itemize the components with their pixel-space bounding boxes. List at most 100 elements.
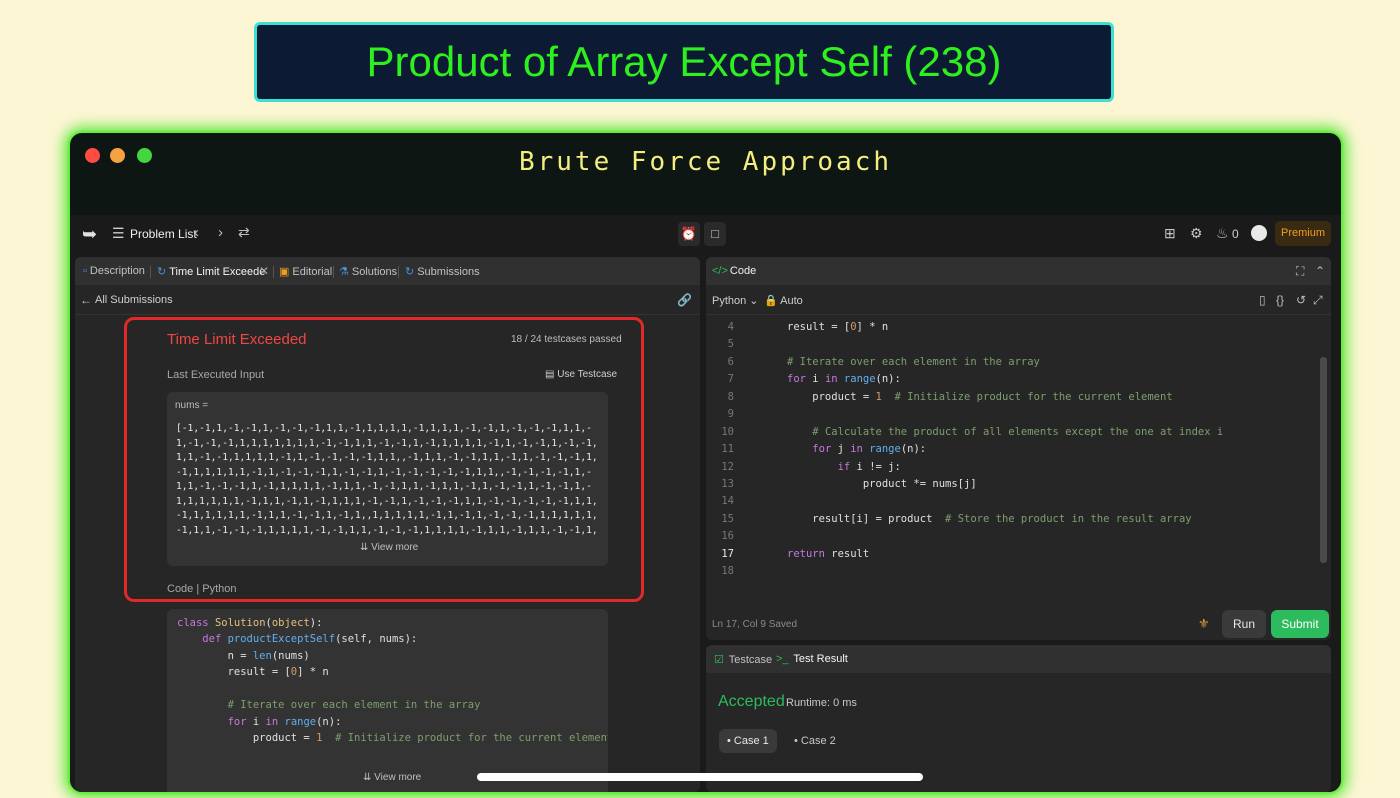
chevron-right-icon[interactable]: ›	[218, 224, 223, 241]
line-number: 4	[727, 321, 734, 333]
language-select[interactable]: Python ⌄	[712, 294, 759, 307]
editor-scrollbar[interactable]	[1320, 357, 1327, 563]
editor-line[interactable]: for i in range(n):	[787, 373, 901, 385]
test-tab-bar: ☑ Testcase >_ Test Result	[706, 645, 1331, 673]
line-number: 7	[727, 373, 734, 385]
left-tab-bar: ▫ Description ↻ Time Limit Exceede ✕ ▣ Edit…	[75, 257, 700, 285]
line-number: 9	[727, 408, 734, 420]
premium-button[interactable]: Premium	[1275, 221, 1331, 246]
tab-submissions-label: Submissions	[417, 266, 480, 278]
tab-testcase-label: Testcase	[728, 654, 773, 666]
top-navbar: ➥ ☰ Problem List ‹ › ⇄ ⏰ □ ⊞ ⚙ ♨ 0 Premi…	[70, 215, 1341, 252]
alarm-clock-icon[interactable]: ⏰	[678, 222, 700, 246]
leetcode-logo-icon[interactable]: ➥	[82, 224, 97, 245]
line-number: 16	[721, 530, 734, 542]
highlight-annotation-box	[124, 317, 644, 602]
editor-line[interactable]: for j in range(n):	[787, 443, 926, 455]
case-1-label: Case 1	[733, 735, 769, 747]
close-icon[interactable]: ✕	[259, 264, 269, 278]
submission-panel: ▫ Description ↻ Time Limit Exceede ✕ ▣ Edit…	[75, 257, 700, 792]
code-line: # Iterate over each element in the array	[227, 699, 481, 711]
expand-icon[interactable]: ⤢	[1313, 293, 1323, 308]
view-more-code-button[interactable]: ⇊ View more	[363, 772, 421, 783]
line-number: 13	[721, 478, 734, 490]
shuffle-icon[interactable]: ⇄	[238, 224, 250, 241]
tab-editorial[interactable]: ▣ Editorial	[279, 265, 332, 278]
test-result-panel: ☑ Testcase >_ Test Result Accepted Runti…	[706, 645, 1331, 792]
problem-list-icon[interactable]: ☰	[112, 225, 125, 242]
editor-line[interactable]: result = [0] * n	[787, 321, 888, 333]
code-line: for i in range(n):	[227, 716, 342, 728]
editor-line[interactable]: if i != j:	[787, 461, 901, 473]
editor-toolbar: Python ⌄ 🔒 Auto ▯ {} ↺ ⤢	[706, 285, 1331, 315]
bookmark-icon[interactable]: ▯	[1259, 293, 1266, 307]
code-line: def productExceptSelf(self, nums):	[202, 633, 418, 645]
arrow-left-icon[interactable]: ←	[80, 293, 92, 307]
submit-button[interactable]: Submit	[1271, 610, 1329, 638]
flask-icon: ⚗	[339, 266, 349, 278]
streak-count: 0	[1232, 227, 1239, 241]
line-number: 14	[721, 495, 734, 507]
case-tab-2[interactable]: • Case 2	[786, 729, 844, 753]
code-line: result = [0] * n	[177, 666, 329, 678]
gear-icon[interactable]: ⚙	[1190, 225, 1203, 242]
line-number: 8	[727, 391, 734, 403]
auto-mode-toggle[interactable]: 🔒 Auto	[764, 294, 803, 307]
tab-solutions[interactable]: ⚗ Solutions	[339, 265, 397, 278]
tab-divider	[398, 266, 399, 278]
tab-editorial-label: Editorial	[292, 266, 333, 278]
avatar[interactable]	[1251, 225, 1267, 241]
maximize-icon[interactable]: ⛶	[1296, 264, 1304, 279]
fire-icon[interactable]: ♨	[1216, 225, 1229, 242]
tab-testcase[interactable]: ☑ Testcase	[714, 653, 772, 666]
tab-divider	[150, 266, 151, 278]
line-number: 11	[721, 443, 734, 455]
tab-test-result[interactable]: >_ Test Result	[776, 653, 848, 665]
tab-code[interactable]: </> Code	[712, 265, 756, 277]
line-number: 6	[727, 356, 734, 368]
case-2-label: Case 2	[800, 735, 836, 747]
editor-line[interactable]: result[i] = product # Store the product …	[787, 513, 1191, 525]
braces-icon[interactable]: {}	[1276, 293, 1284, 307]
tab-description[interactable]: ▫ Description	[83, 265, 145, 277]
code-line: class Solution(object):	[177, 617, 323, 629]
tab-time-limit-exceeded[interactable]: ↻ Time Limit Exceede	[157, 265, 265, 278]
book-icon: ▣	[279, 266, 290, 278]
tab-test-result-label: Test Result	[793, 653, 848, 665]
chevron-up-icon[interactable]: ⌃	[1315, 264, 1325, 278]
editor-line[interactable]: # Iterate over each element in the array	[787, 356, 1040, 368]
page-title: Product of Array Except Self (238)	[366, 38, 1002, 85]
line-number-current: 17	[721, 548, 734, 560]
home-indicator-bar	[477, 773, 923, 781]
run-button[interactable]: Run	[1222, 610, 1266, 638]
line-number: 12	[721, 461, 734, 473]
case-tab-1[interactable]: • Case 1	[719, 729, 777, 753]
chevron-left-icon[interactable]: ‹	[194, 224, 199, 241]
link-icon[interactable]: 🔗	[677, 293, 692, 307]
grid-icon[interactable]: ⊞	[1164, 225, 1176, 242]
test-status: Accepted	[718, 693, 785, 710]
editor-line[interactable]: product *= nums[j]	[787, 478, 977, 490]
problem-list-link[interactable]: Problem List	[130, 227, 197, 241]
line-number: 5	[727, 338, 734, 350]
code-brackets-icon: </>	[712, 265, 728, 277]
tab-code-label: Code	[729, 265, 757, 277]
editor-line[interactable]: # Calculate the product of all elements …	[787, 426, 1223, 438]
runtime-value: Runtime: 0 ms	[786, 697, 857, 709]
tab-description-label: Description	[89, 265, 145, 277]
all-submissions-link[interactable]: All Submissions	[95, 294, 173, 306]
code-line: n = len(nums)	[177, 650, 310, 662]
page-title-banner: Product of Array Except Self (238)	[254, 22, 1114, 102]
editor-line[interactable]: return result	[787, 548, 869, 560]
line-number: 18	[721, 565, 734, 577]
window-title: Brute Force Approach	[518, 147, 893, 177]
reset-icon[interactable]: ↺	[1296, 293, 1306, 307]
editor-line[interactable]: product = 1 # Initialize product for the…	[787, 391, 1172, 403]
tab-submissions[interactable]: ↻ Submissions	[405, 265, 480, 278]
debug-icon[interactable]: ⚜	[1198, 616, 1210, 632]
history-icon: ↻	[405, 266, 415, 278]
notes-icon[interactable]: □	[704, 222, 726, 246]
tab-tle-label: Time Limit Exceede	[169, 266, 266, 278]
code-editor-panel: </> Code ⛶ ⌃ Python ⌄ 🔒 Auto ▯ {} ↺ ⤢ 4 5…	[706, 257, 1331, 640]
checkbox-icon: ☑	[714, 654, 724, 666]
